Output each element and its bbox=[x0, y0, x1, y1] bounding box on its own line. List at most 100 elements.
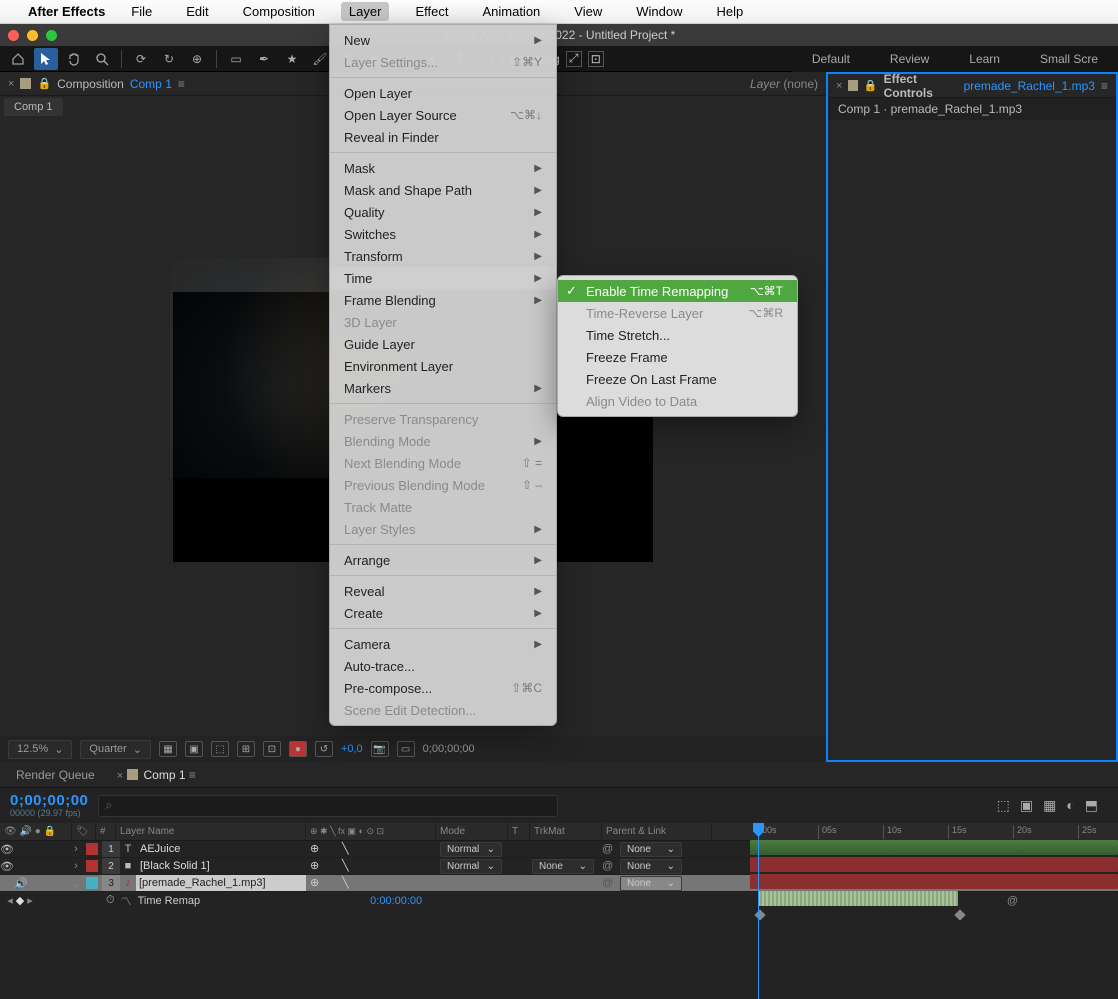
menu-item[interactable]: Open Layer Source⌥⌘↓ bbox=[330, 104, 556, 126]
layer-name[interactable]: [premade_Rachel_1.mp3] bbox=[136, 875, 306, 891]
work-area-bar[interactable] bbox=[750, 840, 1118, 855]
label-color[interactable] bbox=[86, 877, 98, 889]
menu-item[interactable]: Arrange▶ bbox=[330, 549, 556, 571]
effect-tab-label[interactable]: Effect Controls bbox=[884, 72, 958, 100]
pen-tool-icon[interactable]: ✒ bbox=[252, 48, 276, 70]
menu-item[interactable]: Camera▶ bbox=[330, 633, 556, 655]
time-submenu-popup[interactable]: Enable Time Remapping⌥⌘TTime-Reverse Lay… bbox=[557, 275, 798, 417]
menu-item[interactable]: Transform▶ bbox=[330, 245, 556, 267]
home-icon[interactable] bbox=[6, 48, 30, 70]
menu-item[interactable]: Time▶ bbox=[330, 267, 556, 289]
tl-graph-icon[interactable]: ⬒ bbox=[1085, 797, 1098, 814]
panel-menu-icon[interactable]: ≡ bbox=[178, 77, 185, 91]
vf-grid-icon[interactable]: ⊞ bbox=[237, 741, 255, 757]
app-name[interactable]: After Effects bbox=[28, 4, 105, 19]
pickwhip-icon[interactable]: @ bbox=[598, 858, 616, 874]
menu-item[interactable]: Quality▶ bbox=[330, 201, 556, 223]
menu-item[interactable]: Reveal in Finder bbox=[330, 126, 556, 148]
star-tool-icon[interactable]: ★ bbox=[280, 48, 304, 70]
menu-item[interactable]: Frame Blending▶ bbox=[330, 289, 556, 311]
col-mode[interactable]: Mode bbox=[436, 823, 508, 840]
twirl-icon[interactable]: › bbox=[70, 841, 82, 857]
mode-dropdown[interactable]: Normal⌄ bbox=[440, 842, 502, 857]
lock-icon[interactable]: 🔒 bbox=[864, 79, 878, 92]
menu-item[interactable]: Guide Layer bbox=[330, 333, 556, 355]
parent-dropdown[interactable]: None⌄ bbox=[620, 876, 682, 891]
menu-effect[interactable]: Effect bbox=[407, 2, 456, 21]
macos-menubar[interactable]: After Effects File Edit Composition Laye… bbox=[0, 0, 1118, 24]
submenu-item[interactable]: Freeze On Last Frame bbox=[558, 368, 797, 390]
vf-reset-exp-icon[interactable]: ↺ bbox=[315, 741, 333, 757]
layer-menu-popup[interactable]: New▶Layer Settings...⇧⌘YOpen LayerOpen L… bbox=[329, 24, 557, 726]
layer-tab[interactable]: Layer (none) bbox=[750, 77, 818, 91]
zoom-dropdown[interactable]: 12.5% ⌄ bbox=[8, 740, 72, 759]
visibility-toggle[interactable]: 👁 bbox=[0, 858, 14, 874]
timeline-search-input[interactable]: ⌕ bbox=[98, 795, 558, 817]
audio-toggle[interactable]: 🔊 bbox=[14, 875, 28, 891]
timeline-track-area[interactable]: 00s 05s 10s 15s 20s 25s bbox=[750, 823, 1118, 999]
add-keyframe-icon[interactable]: ◆ bbox=[16, 894, 24, 907]
vf-channel-icon[interactable]: ● bbox=[289, 741, 307, 757]
comp-chip[interactable]: Comp 1 bbox=[4, 98, 63, 116]
orbit-tool-icon[interactable]: ⟳ bbox=[129, 48, 153, 70]
timeline-timecode[interactable]: 0;00;00;00 00000 (29.97 fps) bbox=[10, 793, 88, 818]
menu-help[interactable]: Help bbox=[708, 2, 751, 21]
submenu-item[interactable]: Freeze Frame bbox=[558, 346, 797, 368]
close-tab-icon[interactable]: × bbox=[8, 78, 14, 90]
tl-shy-icon[interactable]: ⬚ bbox=[997, 797, 1010, 814]
vf-transparency-icon[interactable]: ▦ bbox=[159, 741, 177, 757]
trkmat-dropdown[interactable]: None⌄ bbox=[532, 859, 594, 874]
anchor-tool-icon[interactable]: ⊕ bbox=[185, 48, 209, 70]
selection-tool-icon[interactable] bbox=[34, 48, 58, 70]
layer-bar-1[interactable] bbox=[750, 857, 1118, 872]
tab-render-queue[interactable]: Render Queue bbox=[10, 764, 101, 786]
comp-tab-link[interactable]: Comp 1 bbox=[130, 77, 172, 91]
layer-bar-2[interactable] bbox=[750, 874, 1118, 889]
menu-item[interactable]: Environment Layer bbox=[330, 355, 556, 377]
effect-tab-link[interactable]: premade_Rachel_1.mp3 bbox=[964, 79, 1095, 93]
label-color[interactable] bbox=[86, 860, 98, 872]
tl-motionblur-icon[interactable]: ◐ bbox=[1066, 797, 1074, 814]
vf-snapshot-icon[interactable]: 📷 bbox=[371, 741, 389, 757]
menu-view[interactable]: View bbox=[566, 2, 610, 21]
menu-item[interactable]: New▶ bbox=[330, 29, 556, 51]
pickwhip-icon[interactable]: @ bbox=[598, 841, 616, 857]
col-hash[interactable]: # bbox=[96, 823, 116, 840]
menu-file[interactable]: File bbox=[123, 2, 160, 21]
close-icon[interactable] bbox=[8, 30, 19, 41]
vf-show-snapshot-icon[interactable]: ▭ bbox=[397, 741, 415, 757]
zoom-icon[interactable] bbox=[46, 30, 57, 41]
submenu-item[interactable]: Time Stretch... bbox=[558, 324, 797, 346]
pickwhip-icon[interactable]: @ bbox=[598, 875, 616, 891]
label-color[interactable] bbox=[86, 843, 98, 855]
menu-item[interactable]: Reveal▶ bbox=[330, 580, 556, 602]
menu-layer[interactable]: Layer bbox=[341, 2, 390, 21]
workspace-learn[interactable]: Learn bbox=[949, 46, 1020, 72]
tl-frameblend-icon[interactable]: ▦ bbox=[1043, 797, 1056, 814]
prev-keyframe-icon[interactable]: ◂ bbox=[7, 894, 13, 907]
lock-icon[interactable]: 🔒 bbox=[37, 77, 51, 90]
keyframe-icon[interactable] bbox=[754, 909, 765, 920]
minimize-icon[interactable] bbox=[27, 30, 38, 41]
menu-item[interactable]: Mask and Shape Path▶ bbox=[330, 179, 556, 201]
traffic-lights[interactable] bbox=[8, 30, 57, 41]
vf-timecode[interactable]: 0;00;00;00 bbox=[423, 743, 475, 755]
vf-mask-icon[interactable]: ▣ bbox=[185, 741, 203, 757]
layer-name[interactable]: [Black Solid 1] bbox=[136, 858, 306, 874]
parent-dropdown[interactable]: None⌄ bbox=[620, 842, 682, 857]
workspace-default[interactable]: Default bbox=[792, 46, 870, 72]
panel-menu-icon[interactable]: ≡ bbox=[1101, 79, 1108, 93]
workspace-small[interactable]: Small Scre bbox=[1020, 46, 1118, 72]
menu-item[interactable]: Open Layer bbox=[330, 82, 556, 104]
tl-draft3d-icon[interactable]: ▣ bbox=[1020, 797, 1033, 814]
menu-item[interactable]: Pre-compose...⇧⌘C bbox=[330, 677, 556, 699]
hand-tool-icon[interactable] bbox=[62, 48, 86, 70]
menu-item[interactable]: Create▶ bbox=[330, 602, 556, 624]
layer-name[interactable]: AEJuice bbox=[136, 841, 306, 857]
parent-dropdown[interactable]: None⌄ bbox=[620, 859, 682, 874]
twirl-icon[interactable]: › bbox=[70, 858, 82, 874]
vf-guides-icon[interactable]: ⊡ bbox=[263, 741, 281, 757]
snap-opt2-icon[interactable]: ⊡ bbox=[588, 51, 604, 67]
comp-tab-label[interactable]: Composition bbox=[57, 77, 124, 91]
graph-icon[interactable]: 〽 bbox=[121, 893, 132, 909]
